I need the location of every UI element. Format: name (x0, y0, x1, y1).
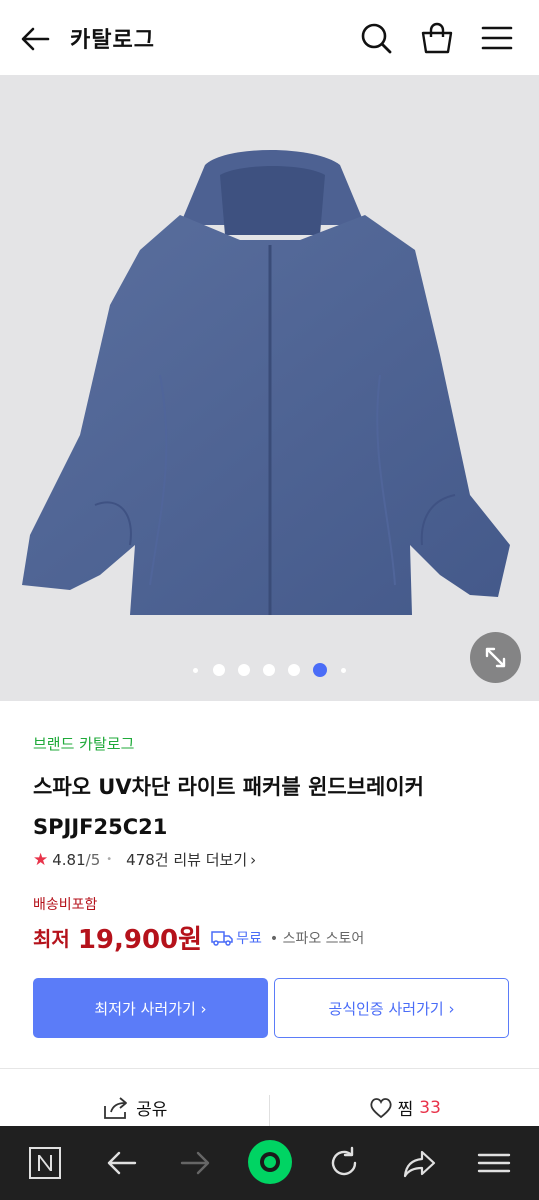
separator-dot: • (106, 854, 113, 865)
search-icon[interactable] (358, 20, 394, 56)
naver-n-icon[interactable] (25, 1143, 65, 1183)
pagination-dot-active[interactable] (312, 663, 327, 677)
pagination-dot[interactable] (262, 664, 275, 676)
expand-icon (485, 647, 506, 668)
arrow-right-icon[interactable] (176, 1143, 216, 1183)
action-separator (269, 1095, 270, 1126)
gallery-pagination (0, 663, 539, 677)
truck-icon (211, 930, 233, 946)
zzim-count: 33 (419, 1097, 441, 1118)
rating-row: ★ 4.81 /5 • 478건 리뷰 더보기 › (33, 849, 256, 870)
pagination-dot[interactable] (193, 667, 198, 673)
share-button[interactable]: 공유 (0, 1069, 270, 1126)
rating-value: 4.81 (52, 850, 86, 869)
heart-icon (370, 1097, 392, 1118)
zoom-button[interactable] (470, 632, 521, 683)
action-bar: 공유 찜 33 (0, 1069, 539, 1126)
refresh-icon[interactable] (324, 1143, 364, 1183)
product-name: 스파오 UV차단 라이트 패커블 윈드브레이커 SPJJF25C21 (33, 775, 424, 839)
shipping-included-note: 배송비포함 (33, 897, 98, 913)
pagination-dot[interactable] (341, 667, 346, 673)
zzim-button[interactable]: 찜 33 (270, 1069, 539, 1126)
arrow-left-icon[interactable] (101, 1143, 141, 1183)
store-name: • 스파오 스토어 (269, 930, 365, 947)
share-arrow-icon[interactable] (400, 1143, 440, 1183)
hamburger-icon[interactable] (479, 20, 515, 56)
price-row: 최저 19,900원 무료 • 스파오 스토어 (33, 919, 364, 956)
hamburger-icon[interactable] (474, 1143, 514, 1183)
rating-max: /5 (85, 850, 101, 869)
price-value: 19,900원 (77, 925, 203, 955)
green-dot-icon[interactable] (247, 1139, 293, 1185)
pagination-dot[interactable] (212, 664, 225, 676)
pagination-dot[interactable] (237, 664, 250, 676)
star-icon: ★ (33, 849, 49, 870)
pagination-dot[interactable] (287, 664, 300, 676)
review-more-link[interactable]: 478건 리뷰 더보기 (126, 849, 247, 870)
product-image (22, 150, 510, 615)
brand-catalog-link[interactable]: 브랜드 카탈로그 (33, 733, 134, 754)
share-label: 공유 (136, 1100, 168, 1120)
zzim-label: 찜 (397, 1100, 414, 1120)
shopping-bag-icon[interactable] (419, 20, 455, 56)
official-buy-button[interactable]: 공식인증 사러가기 › (274, 978, 509, 1038)
chevron-right-icon: › (250, 850, 257, 869)
shipping-free: 무료 (236, 930, 262, 947)
arrow-left-icon[interactable] (18, 22, 52, 56)
price-label: 최저 (33, 927, 70, 951)
browser-bottom-bar (0, 1126, 539, 1200)
share-icon (104, 1096, 128, 1119)
lowest-price-buy-button[interactable]: 최저가 사러가기 › (33, 978, 268, 1038)
store-name-text: 스파오 스토어 (282, 930, 365, 947)
page-title: 카탈로그 (70, 28, 155, 53)
app-bar: 카탈로그 (0, 0, 539, 75)
product-image-gallery[interactable] (0, 75, 539, 701)
